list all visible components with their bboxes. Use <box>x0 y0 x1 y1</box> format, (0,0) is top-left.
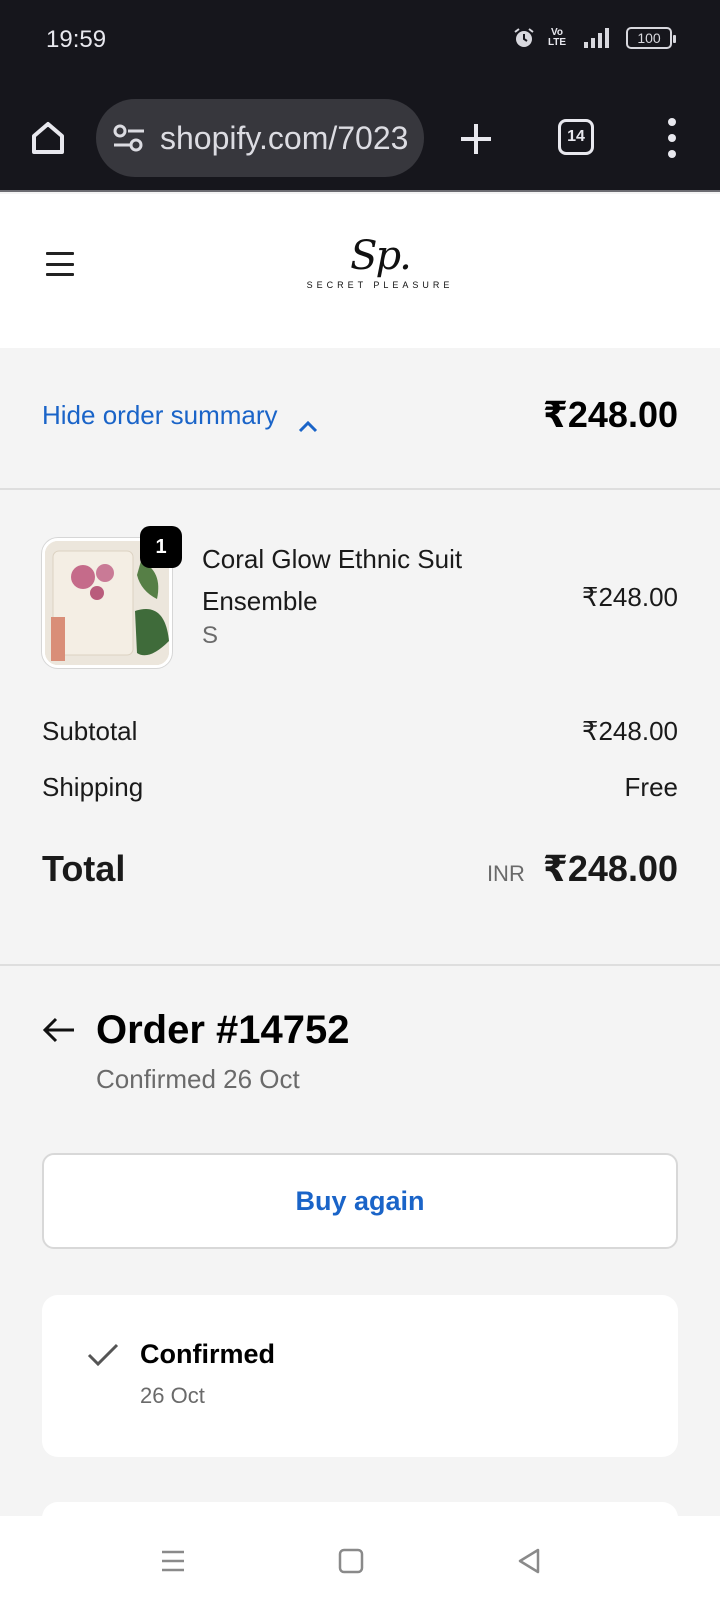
order-status-card: Confirmed 26 Oct <box>42 1295 678 1457</box>
recents-icon[interactable] <box>158 1546 188 1576</box>
status-bar: 19:59 Vo LTE 100 <box>0 0 720 84</box>
more-vert-icon[interactable] <box>662 118 682 158</box>
system-nav-bar <box>0 1516 720 1604</box>
signal-icon <box>578 26 614 50</box>
total-label: Total <box>42 848 126 889</box>
menu-icon[interactable] <box>46 252 74 276</box>
back-nav-icon[interactable] <box>514 1546 544 1576</box>
logo-mark: Sp. <box>350 233 412 279</box>
summary-total: ₹248.00 <box>542 394 678 435</box>
product-price: ₹248.00 <box>581 582 678 612</box>
logo-text: SECRET PLEASURE <box>306 280 454 290</box>
browser-toolbar: shopify.com/7023 14 <box>0 84 720 192</box>
status-time: 19:59 <box>46 26 107 53</box>
currency-code: INR <box>486 861 525 886</box>
site-settings-icon[interactable] <box>112 123 146 153</box>
order-totals: Subtotal ₹248.00 Shipping Free Total INR… <box>42 716 678 890</box>
tabs-icon[interactable]: 14 <box>558 119 594 155</box>
home-nav-icon[interactable] <box>336 1546 366 1576</box>
battery-icon: 100 <box>626 27 676 49</box>
new-tab-icon[interactable] <box>458 121 494 157</box>
section-divider <box>0 964 720 966</box>
product-variant: S <box>202 622 219 649</box>
hide-order-summary-link[interactable]: Hide order summary <box>42 400 318 432</box>
toggle-label: Hide order summary <box>42 400 278 430</box>
store-header: Sp. SECRET PLEASURE <box>0 194 720 348</box>
home-icon[interactable] <box>28 118 68 158</box>
subtotal-row: Subtotal ₹248.00 <box>42 716 678 772</box>
order-title: Order #14752 <box>96 1008 350 1052</box>
line-item: 1 Coral Glow Ethnic Suit Ensemble S ₹248… <box>0 490 720 690</box>
status-icons: Vo LTE 100 <box>512 26 676 50</box>
check-icon <box>86 1341 120 1369</box>
shipping-value: Free <box>624 772 678 802</box>
total-row: Total INR ₹248.00 <box>42 848 678 890</box>
subtotal-label: Subtotal <box>42 716 138 746</box>
status-title: Confirmed <box>140 1339 275 1369</box>
total-value: ₹248.00 <box>542 848 678 889</box>
back-arrow-icon[interactable] <box>42 1016 76 1044</box>
store-logo[interactable]: Sp. SECRET PLEASURE <box>290 234 470 304</box>
buy-again-button[interactable]: Buy again <box>42 1153 678 1249</box>
subtotal-value: ₹248.00 <box>581 716 678 746</box>
volte-icon: Vo LTE <box>547 27 567 48</box>
status-date: 26 Oct <box>140 1383 205 1408</box>
quantity-badge: 1 <box>140 526 182 568</box>
alarm-icon <box>512 26 536 50</box>
order-summary-toggle: Hide order summary ₹248.00 <box>0 348 720 490</box>
total-amount-group: INR ₹248.00 <box>487 848 678 890</box>
shipping-row: Shipping Free <box>42 772 678 828</box>
order-subtitle: Confirmed 26 Oct <box>96 1064 300 1094</box>
product-name: Coral Glow Ethnic Suit Ensemble <box>202 544 463 616</box>
url-text[interactable]: shopify.com/7023 <box>160 120 410 157</box>
address-bar[interactable]: shopify.com/7023 <box>96 99 424 177</box>
shipping-label: Shipping <box>42 772 144 802</box>
chevron-up-icon <box>298 409 318 432</box>
